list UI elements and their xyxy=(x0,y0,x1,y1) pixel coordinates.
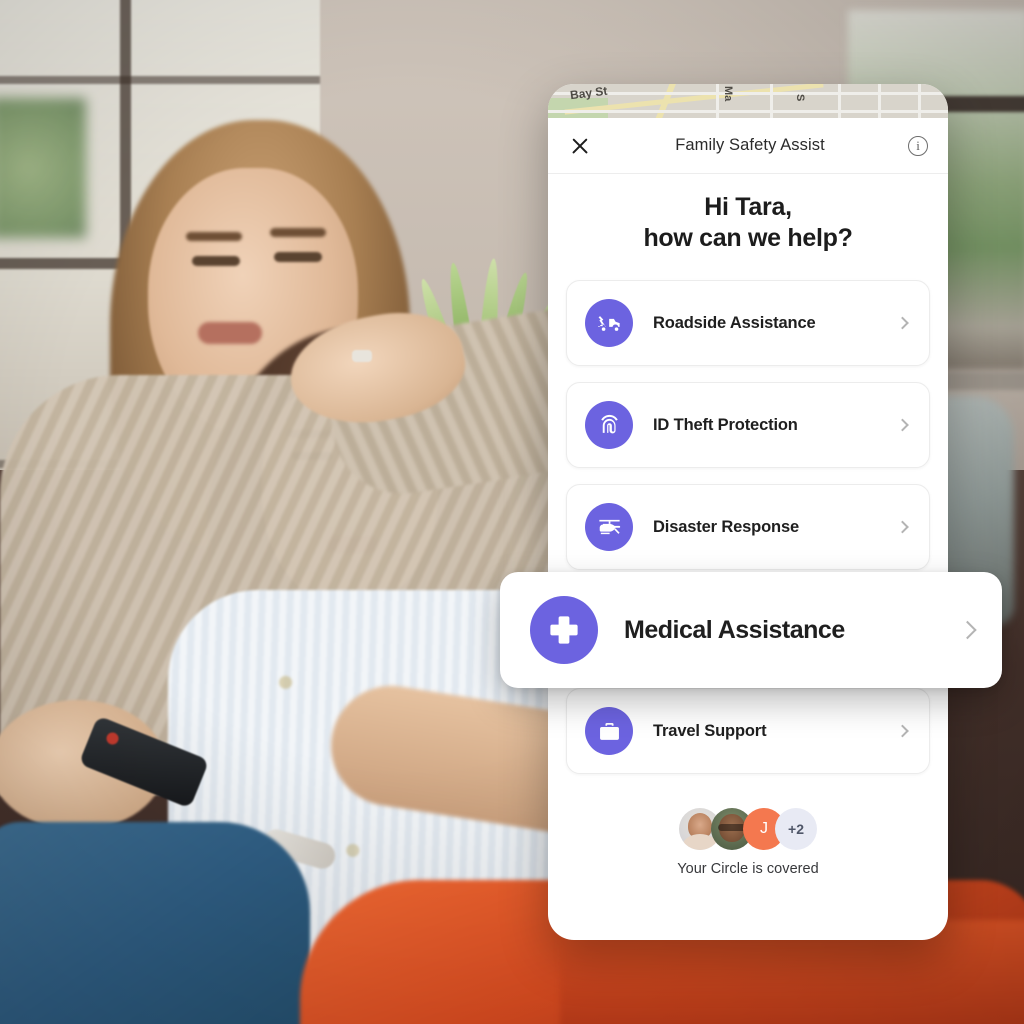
map-road xyxy=(548,92,948,95)
map-label-ma: Ma xyxy=(722,86,734,102)
circle-status-text: Your Circle is covered xyxy=(677,861,819,877)
service-label: Travel Support xyxy=(653,721,767,740)
briefcase-icon xyxy=(585,707,633,755)
chevron-right-icon xyxy=(896,724,909,738)
avatar-overflow-count[interactable]: +2 xyxy=(775,808,817,850)
chevron-right-icon xyxy=(896,418,909,432)
service-row-medical-assistance[interactable]: Medical Assistance xyxy=(500,572,1002,688)
service-label: Disaster Response xyxy=(653,517,800,536)
info-icon[interactable]: i xyxy=(908,135,928,156)
map-label-s: S xyxy=(794,94,806,102)
greeting: Hi Tara, how can we help? xyxy=(548,192,948,253)
circle-avatars: J +2 xyxy=(548,808,948,850)
service-row-roadside-assistance[interactable]: Roadside Assistance xyxy=(566,280,930,366)
tow-truck-icon xyxy=(585,299,633,347)
panel-header: Family Safety Assist i xyxy=(548,118,948,174)
map-strip[interactable]: Bay St Ma S xyxy=(548,84,948,118)
fingerprint-icon xyxy=(585,401,633,449)
screenshot-root: Bay St Ma S Family Safety Assist i Hi Ta… xyxy=(0,0,1024,1024)
service-label: Medical Assistance xyxy=(624,615,845,644)
service-row-disaster-response[interactable]: Disaster Response xyxy=(566,484,930,570)
greeting-line-1: Hi Tara, xyxy=(704,193,792,221)
service-row-travel-support[interactable]: Travel Support xyxy=(566,688,930,774)
medical-cross-icon xyxy=(530,596,598,664)
page-title: Family Safety Assist xyxy=(675,136,825,154)
chevron-right-icon xyxy=(958,620,977,640)
map-road xyxy=(878,84,881,118)
circle-footer: J +2 Your Circle is covered xyxy=(548,808,948,877)
close-icon[interactable] xyxy=(568,134,592,158)
chevron-right-icon xyxy=(896,520,909,534)
map-road xyxy=(716,84,719,118)
map-road xyxy=(838,84,841,118)
map-road xyxy=(770,84,773,118)
service-label: ID Theft Protection xyxy=(653,415,798,434)
family-safety-assist-panel: Bay St Ma S Family Safety Assist i Hi Ta… xyxy=(548,84,948,940)
map-road xyxy=(918,84,921,118)
service-list: Roadside Assistance ID Theft Protection … xyxy=(566,280,930,790)
helicopter-icon xyxy=(585,503,633,551)
service-row-id-theft-protection[interactable]: ID Theft Protection xyxy=(566,382,930,468)
chevron-right-icon xyxy=(896,316,909,330)
service-label: Roadside Assistance xyxy=(653,313,816,332)
map-road xyxy=(548,110,948,113)
greeting-line-2: how can we help? xyxy=(643,223,853,252)
